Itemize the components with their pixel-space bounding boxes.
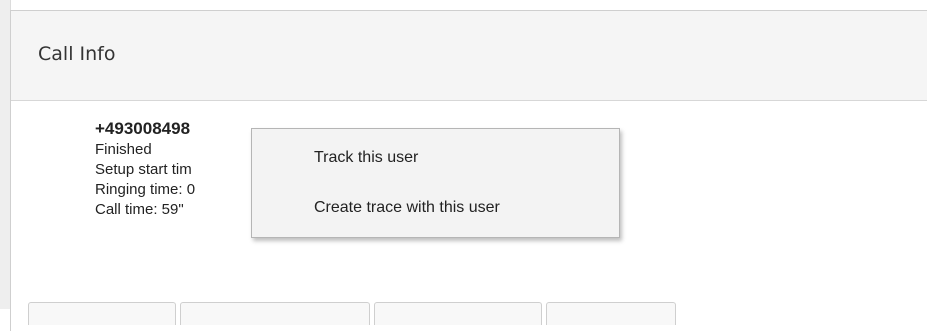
caller-number[interactable]: +493008498 xyxy=(95,118,195,140)
tab-2[interactable] xyxy=(180,302,370,325)
tab-4[interactable] xyxy=(546,302,676,325)
menu-item-track-user[interactable]: Track this user xyxy=(314,149,418,167)
setup-start-time: Setup start tim xyxy=(95,161,192,178)
call-time: Call time: 59" xyxy=(95,201,184,218)
tab-bar xyxy=(28,302,927,325)
tab-1[interactable] xyxy=(28,302,176,325)
call-details: +493008498 Finished Setup start tim Ring… xyxy=(95,118,195,220)
ringing-time: Ringing time: 0 xyxy=(95,181,196,198)
context-menu: Track this user Create trace with this u… xyxy=(251,128,620,238)
panel-title: Call Info xyxy=(38,43,116,65)
panel-header: Call Info xyxy=(11,11,927,101)
call-status: Finished xyxy=(95,141,152,158)
menu-item-create-trace[interactable]: Create trace with this user xyxy=(314,199,500,217)
tab-3[interactable] xyxy=(374,302,542,325)
